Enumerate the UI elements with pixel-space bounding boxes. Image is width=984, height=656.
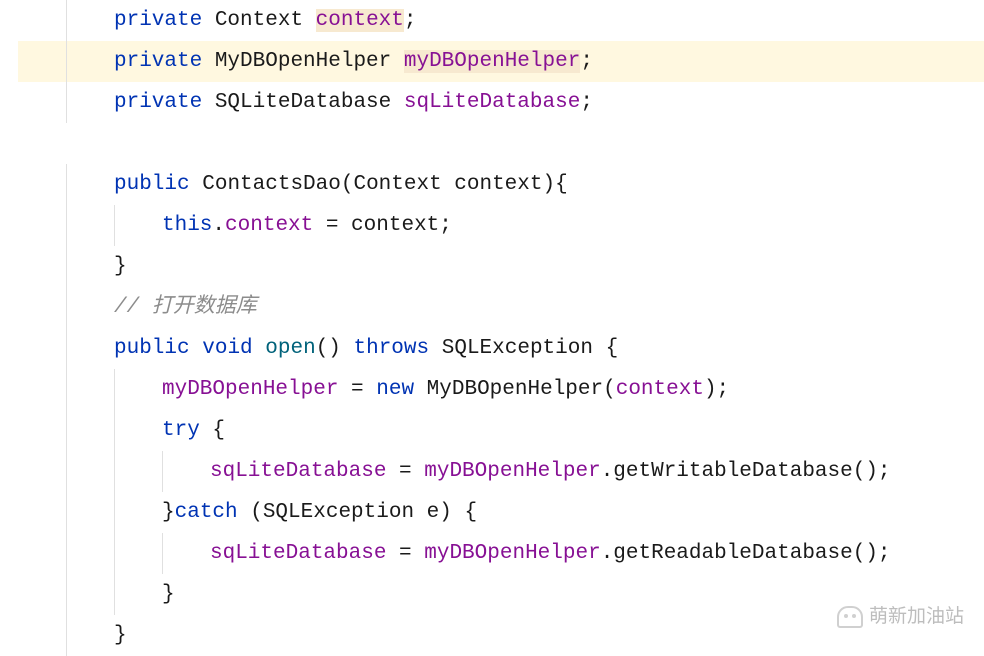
code-line[interactable]: }catch (SQLException e) {: [18, 492, 984, 533]
code-line[interactable]: [18, 123, 984, 164]
token-str: .getReadableDatabase();: [601, 542, 891, 565]
token-str: =: [386, 542, 424, 565]
token-type: SQLException: [442, 337, 593, 360]
token-str: (SQLException e) {: [238, 501, 477, 524]
token-this: this: [162, 214, 212, 237]
token-str: (: [603, 378, 616, 401]
token-field: sqLiteDatabase: [210, 460, 386, 483]
token-field: myDBOpenHelper: [162, 378, 338, 401]
watermark-text: 萌新加油站: [869, 596, 964, 637]
token-str: }: [162, 583, 175, 606]
token-kw: throws: [354, 337, 430, 360]
token-str: ;: [580, 50, 593, 73]
token-field: myDBOpenHelper: [404, 50, 580, 73]
token-str: ;: [580, 91, 593, 114]
code-line[interactable]: sqLiteDatabase = myDBOpenHelper.getWrita…: [18, 451, 984, 492]
token-new: new: [376, 378, 414, 401]
token-str: {: [200, 419, 225, 442]
token-str: {: [593, 337, 618, 360]
token-kw: void: [202, 337, 252, 360]
watermark: 萌新加油站: [837, 596, 964, 637]
token-str: );: [704, 378, 729, 401]
token-kw: try: [162, 419, 200, 442]
token-kw: private: [114, 91, 202, 114]
token-str: = context;: [313, 214, 452, 237]
token-kw: public: [114, 173, 190, 196]
token-method: open: [265, 337, 315, 360]
token-str: .: [212, 214, 225, 237]
code-line[interactable]: public void open() throws SQLException {: [18, 328, 984, 369]
wechat-icon: [837, 606, 863, 628]
token-type: ContactsDao: [202, 173, 341, 196]
token-field: sqLiteDatabase: [210, 542, 386, 565]
code-line[interactable]: myDBOpenHelper = new MyDBOpenHelper(cont…: [18, 369, 984, 410]
token-type: MyDBOpenHelper: [427, 378, 603, 401]
token-kw: private: [114, 50, 202, 73]
token-field: myDBOpenHelper: [424, 460, 600, 483]
token-field: context: [225, 214, 313, 237]
token-str: }: [114, 255, 127, 278]
token-comment: // 打开数据库: [114, 296, 257, 319]
code-line[interactable]: private MyDBOpenHelper myDBOpenHelper;: [18, 41, 984, 82]
token-str: ;: [404, 9, 417, 32]
token-field: context: [616, 378, 704, 401]
code-line[interactable]: sqLiteDatabase = myDBOpenHelper.getReada…: [18, 533, 984, 574]
token-str: (): [316, 337, 354, 360]
token-kw: private: [114, 9, 202, 32]
token-type: Context: [215, 9, 303, 32]
token-kw: catch: [175, 501, 238, 524]
code-editor[interactable]: private Context context;private MyDBOpen…: [0, 0, 984, 656]
token-type: SQLiteDatabase: [215, 91, 391, 114]
token-str: =: [338, 378, 376, 401]
token-str: }: [162, 501, 175, 524]
token-str: =: [386, 460, 424, 483]
code-line[interactable]: this.context = context;: [18, 205, 984, 246]
token-field: myDBOpenHelper: [424, 542, 600, 565]
code-line[interactable]: private SQLiteDatabase sqLiteDatabase;: [18, 82, 984, 123]
code-line[interactable]: private Context context;: [18, 0, 984, 41]
token-str: }: [114, 624, 127, 647]
token-str: (Context context){: [341, 173, 568, 196]
token-field: sqLiteDatabase: [404, 91, 580, 114]
token-str: .getWritableDatabase();: [601, 460, 891, 483]
token-kw: public: [114, 337, 190, 360]
code-line[interactable]: // 打开数据库: [18, 287, 984, 328]
code-line[interactable]: try {: [18, 410, 984, 451]
token-type: MyDBOpenHelper: [215, 50, 391, 73]
code-line[interactable]: }: [18, 246, 984, 287]
token-field: context: [316, 9, 404, 32]
code-line[interactable]: public ContactsDao(Context context){: [18, 164, 984, 205]
